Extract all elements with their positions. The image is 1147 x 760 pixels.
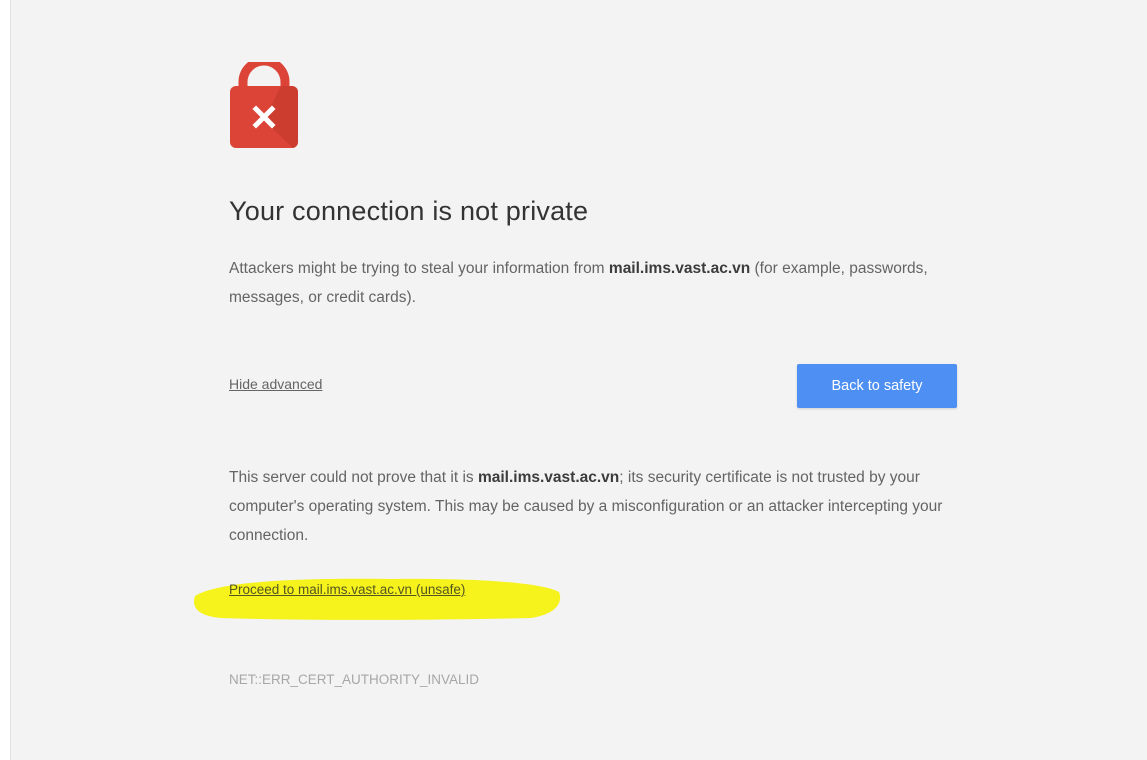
intro-domain: mail.ims.vast.ac.vn	[608, 260, 751, 277]
details-text-before: This server could not prove that it is	[229, 469, 478, 486]
error-code: NET::ERR_CERT_AUTHORITY_INVALID	[229, 672, 480, 687]
page-title: Your connection is not private	[229, 196, 589, 226]
back-to-safety-button[interactable]: Back to safety	[797, 364, 957, 408]
hide-advanced-link[interactable]: Hide advanced	[229, 376, 322, 392]
lock-error-icon	[230, 62, 298, 148]
details-domain: mail.ims.vast.ac.vn	[477, 469, 620, 486]
intro-text-before: Attackers might be trying to steal your …	[229, 260, 609, 277]
details-paragraph: This server could not prove that it is m…	[229, 463, 964, 550]
intro-paragraph: Attackers might be trying to steal your …	[229, 254, 964, 312]
interstitial-page: Your connection is not private Attackers…	[10, 0, 1147, 760]
proceed-unsafe-link[interactable]: Proceed to mail.ims.vast.ac.vn (unsafe)	[229, 582, 465, 597]
